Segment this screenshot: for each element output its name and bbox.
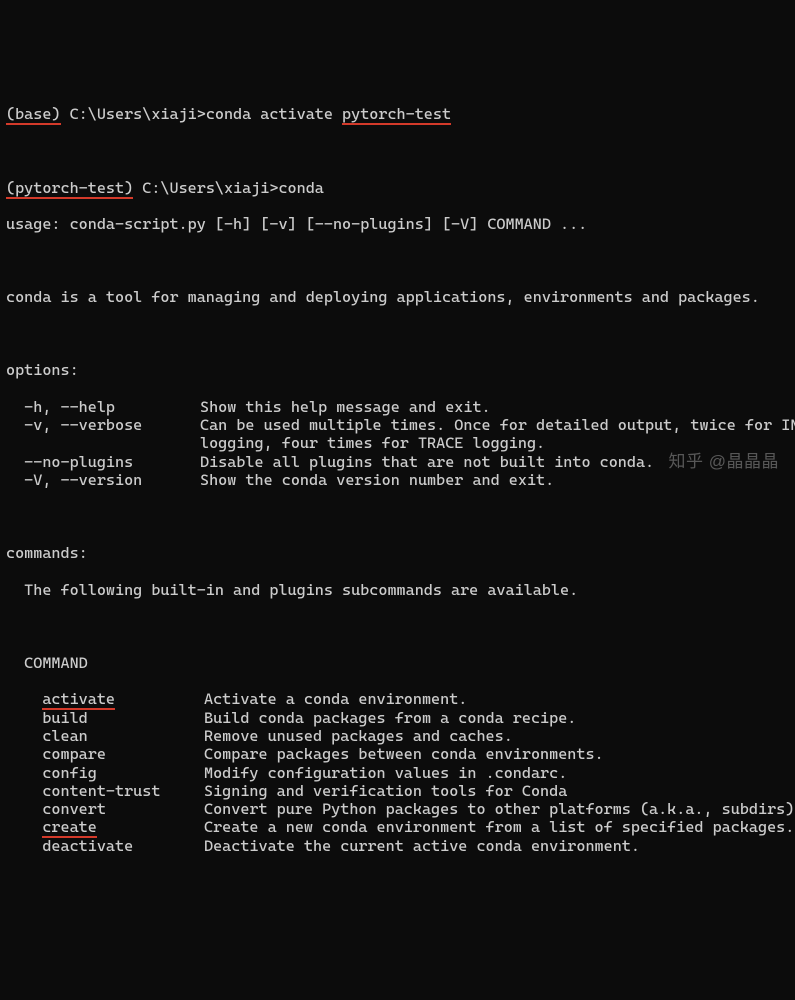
- option-flag: -V, --version: [6, 471, 200, 489]
- option-row: -v, --verboseCan be used multiple times.…: [6, 416, 789, 434]
- command-name: compare: [42, 745, 106, 763]
- command-name: clean: [42, 727, 87, 745]
- option-desc: Show this help message and exit.: [200, 398, 491, 416]
- commands-header: commands:: [6, 544, 789, 562]
- command-desc: Remove unused packages and caches.: [204, 727, 513, 745]
- command-desc: Build conda packages from a conda recipe…: [204, 709, 576, 727]
- command-name-col: create: [6, 818, 204, 836]
- cmd-conda: conda: [278, 179, 323, 197]
- description: conda is a tool for managing and deployi…: [6, 288, 789, 306]
- command-name-col: config: [6, 764, 204, 782]
- watermark: 知乎 @晶晶晶: [669, 452, 779, 472]
- command-desc: Compare packages between conda environme…: [204, 745, 604, 763]
- command-desc: Activate a conda environment.: [204, 690, 467, 708]
- path: C:\Users\xiaji>: [61, 105, 206, 123]
- command-name: activate: [42, 690, 115, 710]
- env-base: (base): [6, 105, 61, 125]
- option-desc: Show the conda version number and exit.: [200, 471, 554, 489]
- command-name: config: [42, 764, 97, 782]
- option-row: -h, --helpShow this help message and exi…: [6, 398, 789, 416]
- options-header: options:: [6, 361, 789, 379]
- command-desc: Create a new conda environment from a li…: [204, 818, 794, 836]
- option-flag: --no-plugins: [6, 453, 200, 471]
- command-name: content-trust: [42, 782, 160, 800]
- command-row: clean Remove unused packages and caches.: [6, 727, 789, 745]
- command-name: create: [42, 818, 97, 838]
- command-row: createCreate a new conda environment fro…: [6, 818, 789, 836]
- command-desc: Signing and verification tools for Conda: [204, 782, 567, 800]
- command-name: deactivate: [42, 837, 133, 855]
- command-name-col: convert: [6, 800, 204, 818]
- commands-intro: The following built-in and plugins subco…: [6, 581, 789, 599]
- prompt-line-1: (base) C:\Users\xiaji>conda activate pyt…: [6, 105, 789, 123]
- command-row: build Build conda packages from a conda r…: [6, 709, 789, 727]
- prompt-line-2: (pytorch-test) C:\Users\xiaji>conda: [6, 179, 789, 197]
- command-desc: Modify configuration values in .condarc.: [204, 764, 567, 782]
- option-desc: Can be used multiple times. Once for det…: [200, 416, 795, 434]
- terminal-output: (base) C:\Users\xiaji>conda activate pyt…: [6, 87, 789, 873]
- option-row: logging, four times for TRACE logging.: [6, 434, 789, 452]
- cmd-activate: conda activate: [206, 105, 342, 123]
- command-name-col: clean: [6, 727, 204, 745]
- option-flag: -h, --help: [6, 398, 200, 416]
- option-row: -V, --versionShow the conda version numb…: [6, 471, 789, 489]
- command-row: convertConvert pure Python packages to o…: [6, 800, 789, 818]
- command-name-col: compare: [6, 745, 204, 763]
- env-pytorch-test: (pytorch-test): [6, 179, 133, 199]
- command-name-col: activate: [6, 690, 204, 708]
- command-row: deactivate Deactivate the current active …: [6, 837, 789, 855]
- command-name-col: deactivate: [6, 837, 204, 855]
- option-flag: -v, --verbose: [6, 416, 200, 434]
- arg-pytorch-test: pytorch-test: [342, 105, 451, 125]
- path: C:\Users\xiaji>: [133, 179, 278, 197]
- option-desc: Disable all plugins that are not built i…: [200, 453, 654, 471]
- command-name-col: build: [6, 709, 204, 727]
- command-desc: Convert pure Python packages to other pl…: [204, 800, 795, 818]
- usage-line: usage: conda-script.py [-h] [-v] [--no-p…: [6, 215, 789, 233]
- command-row: content-trust Signing and verification to…: [6, 782, 789, 800]
- command-row: activate Activate a conda environment.: [6, 690, 789, 708]
- commands-list: activate Activate a conda environment. bu…: [6, 690, 789, 855]
- command-row: config Modify configuration values in .co…: [6, 764, 789, 782]
- command-title: COMMAND: [6, 654, 789, 672]
- command-name-col: content-trust: [6, 782, 204, 800]
- command-row: compare Compare packages between conda en…: [6, 745, 789, 763]
- options-list: -h, --helpShow this help message and exi…: [6, 398, 789, 489]
- command-desc: Deactivate the current active conda envi…: [204, 837, 640, 855]
- option-desc: logging, four times for TRACE logging.: [200, 434, 545, 452]
- command-name: build: [42, 709, 87, 727]
- command-name: convert: [42, 800, 106, 818]
